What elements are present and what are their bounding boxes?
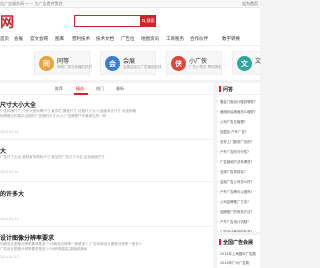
article-summary-line2: 标牌展示的展示出现的广告牌的尺寸大小,广告牌是户外最常见的一种 xyxy=(0,114,107,118)
active-tab-indicator xyxy=(74,93,88,95)
nav-item-gallery[interactable]: 图库 xyxy=(55,36,64,42)
nav-item-tech[interactable]: 营利技术 xyxy=(72,36,90,42)
qa-question-link[interactable]: 户外广告牌可以做吗? xyxy=(217,189,260,199)
article-date: 2024-04-13 xyxy=(0,255,19,259)
qa-question-link[interactable]: 全球广告商排名? xyxy=(217,169,260,179)
nav-item-tax[interactable]: 工商税务 xyxy=(166,36,184,42)
tab-featured[interactable]: 精选 xyxy=(76,86,84,92)
site-logo[interactable]: 网 xyxy=(0,12,14,32)
qa-question-link[interactable]: 品牌推广的有效方法? xyxy=(217,209,260,219)
article-tabs: 推荐 精选 热门 最新 xyxy=(0,83,213,95)
nav-item-digital[interactable]: 数字转换 xyxy=(222,36,240,42)
tab-hot[interactable]: 热门 xyxy=(96,86,104,92)
qa-sidebar-title: 问答 xyxy=(223,87,234,93)
nav-item-official[interactable]: 官文会网 xyxy=(30,36,48,42)
article-item[interactable]: 的许多大 2024-04-14 xyxy=(0,189,213,227)
nav-item-expo[interactable]: 会展 xyxy=(14,36,23,42)
feature-card-title: 同等 xyxy=(57,58,70,65)
qa-sidebar-header: 问答 xyxy=(217,83,260,95)
section-accent-bar xyxy=(219,239,221,245)
article-date: 2024-04-15 xyxy=(0,170,19,174)
article-summary: 广告尺寸大全,各种宣传物料尺寸,常见的广告尺寸大全,包括画面尺寸 xyxy=(0,155,105,159)
expo-sidebar-title: 全国广告会展 xyxy=(223,240,254,246)
article-summary-line2: 广告设计图像分辨率要求是多少?分辨率越高,图像越清晰 xyxy=(0,247,87,251)
qa-question-link[interactable]: 加盟店,户外广告? xyxy=(217,129,260,139)
article-item[interactable]: 大 广告尺寸大全,各种宣传物料尺寸,常见的广告尺寸大全,包括画面尺寸 2024-… xyxy=(0,146,213,182)
feature-card[interactable]: 会 会展 会展活动与广告营销实践 xyxy=(100,51,162,75)
main-nav: 首页 会展 官文会网 图库 营利技术 技术文档 广告位 地图资讯 工商税务 合作… xyxy=(0,33,260,46)
feature-card-icon: 同 xyxy=(39,56,54,71)
qa-question-link[interactable]: 墙面彩绘墙面怎么做呢? xyxy=(217,109,260,119)
section-accent-bar xyxy=(219,86,221,92)
feature-card-subtitle: 网络广告与传播的热烈 xyxy=(57,65,92,69)
qa-question-list: 展会门面设计做到哪些? 墙面彩绘墙面怎么做呢? 公司广告位管理? 加盟店,户外广… xyxy=(217,99,260,239)
search-button-label: 搜索 xyxy=(146,18,155,23)
qa-question-link[interactable]: 户外广告的可行性? xyxy=(217,149,260,159)
feature-card-subtitle: 广告小帮手 帮你搞定 xyxy=(189,65,222,69)
qa-question-link[interactable]: 户外广告设计流程? xyxy=(217,219,260,229)
feature-card-icon: 会 xyxy=(105,56,120,71)
expo-link[interactable]: 2024年广州广告展 xyxy=(220,260,249,265)
article-list-panel: 推荐 精选 热门 最新 尺寸大小大全 广告标牌尺寸,户外大型标牌尺寸,宣传栏,展… xyxy=(0,83,213,268)
feature-card-title: 会展 xyxy=(123,58,136,65)
feature-card-subtitle: 会展活动与广告营销实践 xyxy=(123,65,162,69)
article-title[interactable]: 尺寸大小大全 xyxy=(0,100,36,109)
feature-card-icon: 侠 xyxy=(171,56,186,71)
feature-card[interactable]: 同 同等 网络广告与传播的热烈 xyxy=(34,51,92,75)
qa-question-link[interactable]: 公司品牌推广方法? xyxy=(217,199,260,209)
tab-recommend[interactable]: 推荐 xyxy=(55,86,63,92)
article-title[interactable]: 的许多大 xyxy=(0,189,24,198)
article-date: 2024-04-16 xyxy=(0,130,19,134)
feature-card-title: 文 xyxy=(255,58,262,65)
top-bar: 告广告服务网 —— 为广告提供策划 设为首页 xyxy=(0,0,260,8)
qa-question-link[interactable]: 展会门面设计做到哪些? xyxy=(217,99,260,109)
search-button[interactable]: 搜索 xyxy=(140,15,156,27)
expo-sidebar: 全国广告会展 2024年上海国际广告展 2024年广州广告展 xyxy=(217,232,260,268)
nav-item-docs[interactable]: 技术文档 xyxy=(96,36,114,42)
article-title[interactable]: 大 xyxy=(0,146,6,155)
top-bar-slogan: 告广告服务网 —— 为广告提供策划 xyxy=(0,1,63,6)
tab-latest[interactable]: 最新 xyxy=(116,86,124,92)
nav-item-partners[interactable]: 合作伙伴 xyxy=(190,36,208,42)
qa-question-link[interactable]: 广告营销方法有哪些? xyxy=(217,159,260,169)
feature-card-title: 小广侠 xyxy=(189,58,208,65)
nav-item-map[interactable]: 地图资讯 xyxy=(141,36,159,42)
search-icon xyxy=(141,19,146,23)
article-title[interactable]: 设计图像分辨率要求 xyxy=(0,233,54,242)
article-item[interactable]: 设计图像分辨率要求 印刷设计图像分辨率要求是多少,印刷品分辨率一般是多少,广告印… xyxy=(0,233,213,268)
qa-question-link[interactable]: 怎样上门服务广告的? xyxy=(217,139,260,149)
feature-card-icon: 文 xyxy=(237,56,252,71)
feature-card[interactable]: 侠 小广侠 广告小帮手 帮你搞定 xyxy=(166,51,222,75)
expo-link[interactable]: 2024年上海国际广告展 xyxy=(220,251,256,256)
set-homepage-link[interactable]: 设为首页 xyxy=(242,1,258,7)
article-date: 2024-04-14 xyxy=(0,217,19,221)
feature-card[interactable]: 文 文 xyxy=(232,51,262,75)
nav-item-home[interactable]: 首页 xyxy=(0,36,9,42)
feature-banner: 同 同等 网络广告与传播的热烈 会 会展 会展活动与广告营销实践 侠 小广侠 广… xyxy=(0,46,262,80)
article-item[interactable]: 尺寸大小大全 广告标牌尺寸,户外大型标牌尺寸,宣传栏,展板尺寸,灯箱尺寸大小,画… xyxy=(0,100,213,140)
qa-question-link[interactable]: 公司广告位管理? xyxy=(217,119,260,129)
qa-question-link[interactable]: 店面广告公司怎么样? xyxy=(217,179,260,189)
nav-item-adspace[interactable]: 广告位 xyxy=(121,36,135,42)
